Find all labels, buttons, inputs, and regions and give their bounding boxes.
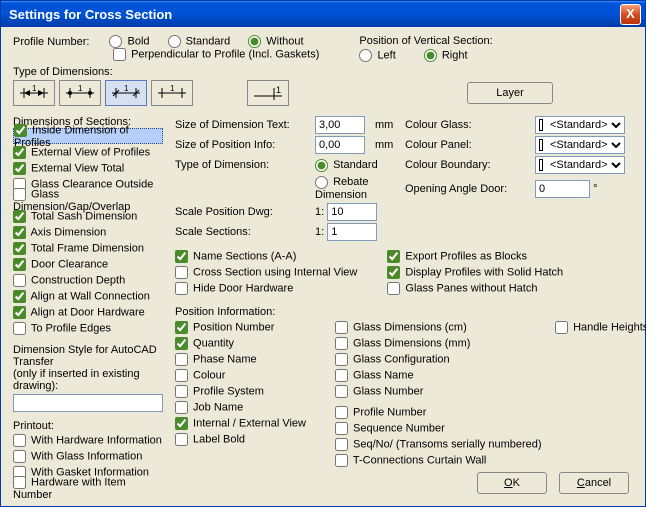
list-item[interactable]: Position Number xyxy=(175,320,315,335)
dimtype-btn-5[interactable]: 1 xyxy=(247,80,289,106)
scale-posdwg-label: Scale Position Dwg: xyxy=(175,206,315,218)
ok-button[interactable]: OK xyxy=(477,472,547,494)
list-item[interactable]: Glass Dimension/Gap/Overlap xyxy=(13,192,163,208)
colour-panel-label: Colour Panel: xyxy=(405,139,535,151)
mid-checks-left: Name Sections (A-A) Cross Section using … xyxy=(175,249,357,296)
list-item[interactable]: Profile System xyxy=(175,384,315,399)
svg-text:1: 1 xyxy=(78,85,83,93)
posinfo-col3: Handle Heights xyxy=(555,320,646,468)
list-item[interactable]: With Glass Information xyxy=(13,448,163,464)
list-item[interactable]: Glass Dimensions (mm) xyxy=(335,336,535,351)
scale-sections-input[interactable] xyxy=(327,223,377,241)
posinfo-col2: Glass Dimensions (cm) Glass Dimensions (… xyxy=(335,320,535,399)
list-item[interactable]: Align at Door Hardware xyxy=(13,304,163,320)
colour-glass-label: Colour Glass: xyxy=(405,119,535,131)
printout-label: Printout: xyxy=(13,420,163,432)
list-item[interactable]: Construction Depth xyxy=(13,272,163,288)
list-item[interactable]: Export Profiles as Blocks xyxy=(387,249,563,264)
dimstyle-label1: Dimension Style for AutoCAD Transfer xyxy=(13,344,163,368)
close-button[interactable]: X xyxy=(620,4,641,25)
size-posinfo-label: Size of Position Info: xyxy=(175,139,315,151)
list-item[interactable]: Hardware with Item Number xyxy=(13,480,163,496)
dimtype-btn-1[interactable]: 1 xyxy=(13,80,55,106)
mid-checks-right: Export Profiles as Blocks Display Profil… xyxy=(387,249,563,296)
radio-left[interactable]: Left xyxy=(359,49,395,62)
svg-text:1: 1 xyxy=(276,85,281,95)
colour-panel-select[interactable]: <Standard> xyxy=(535,136,625,154)
scale-posdwg-input[interactable] xyxy=(327,203,377,221)
layer-button[interactable]: Layer xyxy=(467,82,553,104)
list-item[interactable]: Axis Dimension xyxy=(13,224,163,240)
radio-bold[interactable]: Bold xyxy=(109,35,149,48)
list-item[interactable]: To Profile Edges xyxy=(13,320,163,336)
dimstyle-label2: (only if inserted in existing drawing): xyxy=(13,368,163,392)
check-perpendicular[interactable]: Perpendicular to Profile (Incl. Gaskets) xyxy=(113,48,319,61)
list-item[interactable]: Job Name xyxy=(175,400,315,415)
list-item[interactable]: Door Clearance xyxy=(13,256,163,272)
dim-sections-list: Inside Dimension of Profiles External Vi… xyxy=(13,128,163,336)
profile-number-label: Profile Number: xyxy=(13,36,89,48)
list-item[interactable]: Colour xyxy=(175,368,315,383)
list-item[interactable]: Total Frame Dimension xyxy=(13,240,163,256)
colour-glass-select[interactable]: <Standard> xyxy=(535,116,625,134)
radio-without[interactable]: Without xyxy=(248,35,303,48)
list-item[interactable]: Glass Configuration xyxy=(335,352,535,367)
dimstyle-input[interactable] xyxy=(13,394,163,412)
list-item[interactable]: With Hardware Information xyxy=(13,432,163,448)
list-item[interactable]: Seq/No/ (Transoms serially numbered) xyxy=(335,437,535,452)
mm-label: mm xyxy=(375,119,405,131)
list-item[interactable]: Inside Dimension of Profiles xyxy=(13,128,163,144)
list-item[interactable]: Sequence Number xyxy=(335,421,535,436)
list-item[interactable]: Internal / External View xyxy=(175,416,315,431)
list-item[interactable]: Hide Door Hardware xyxy=(175,281,357,296)
posinfo-col1: Position Number Quantity Phase Name Colo… xyxy=(175,320,315,468)
cancel-button[interactable]: Cancel xyxy=(559,472,629,494)
dimtype-btn-3[interactable]: 1 xyxy=(105,80,147,106)
list-item[interactable]: Profile Number xyxy=(335,405,535,420)
list-item[interactable]: Align at Wall Connection xyxy=(13,288,163,304)
titlebar: Settings for Cross Section X xyxy=(1,1,645,27)
list-item[interactable]: Phase Name xyxy=(175,352,315,367)
check-handle-heights[interactable]: Handle Heights xyxy=(555,321,646,334)
list-item[interactable]: T-Connections Curtain Wall xyxy=(335,453,535,468)
list-item[interactable]: Glass Number xyxy=(335,384,535,399)
type-dimensions-label: Type of Dimensions: xyxy=(13,66,633,78)
type-of-dim-label: Type of Dimension: xyxy=(175,159,315,171)
list-item[interactable]: Quantity xyxy=(175,336,315,351)
list-item[interactable]: External View of Profiles xyxy=(13,144,163,160)
printout-list: With Hardware Information With Glass Inf… xyxy=(13,432,163,496)
posinfo-label: Position Information: xyxy=(175,306,646,318)
open-angle-label: Opening Angle Door: xyxy=(405,183,535,195)
list-item[interactable]: Display Profiles with Solid Hatch xyxy=(387,265,563,280)
size-dimtext-label: Size of Dimension Text: xyxy=(175,119,315,131)
posinfo-col2b: Profile Number Sequence Number Seq/No/ (… xyxy=(335,405,535,468)
open-angle-input[interactable] xyxy=(535,180,590,198)
dimtype-btn-4[interactable]: 1 xyxy=(151,80,193,106)
list-item[interactable]: Glass Name xyxy=(335,368,535,383)
window-title: Settings for Cross Section xyxy=(9,7,620,22)
dimtype-btn-2[interactable]: 1 xyxy=(59,80,101,106)
radio-standard[interactable]: Standard xyxy=(168,35,231,48)
radio-right[interactable]: Right xyxy=(424,49,468,62)
colour-boundary-select[interactable]: <Standard> xyxy=(535,156,625,174)
svg-text:1: 1 xyxy=(124,85,129,93)
size-dimtext-input[interactable] xyxy=(315,116,365,134)
colour-boundary-label: Colour Boundary: xyxy=(405,159,535,171)
size-posinfo-input[interactable] xyxy=(315,136,365,154)
list-item[interactable]: Glass Dimensions (cm) xyxy=(335,320,535,335)
list-item[interactable]: External View Total xyxy=(13,160,163,176)
mm-label2: mm xyxy=(375,139,405,151)
radio-dim-standard[interactable]: Standard xyxy=(315,159,378,171)
list-item[interactable]: Cross Section using Internal View xyxy=(175,265,357,280)
list-item[interactable]: Name Sections (A-A) xyxy=(175,249,357,264)
radio-dim-rebate[interactable]: Rebate Dimension xyxy=(315,176,369,201)
svg-text:1: 1 xyxy=(170,85,175,93)
svg-text:1: 1 xyxy=(32,85,37,93)
vert-section-label: Position of Vertical Section: xyxy=(359,35,492,47)
list-item[interactable]: Label Bold xyxy=(175,432,315,447)
scale-sections-label: Scale Sections: xyxy=(175,226,315,238)
list-item[interactable]: Glass Panes without Hatch xyxy=(387,281,563,296)
